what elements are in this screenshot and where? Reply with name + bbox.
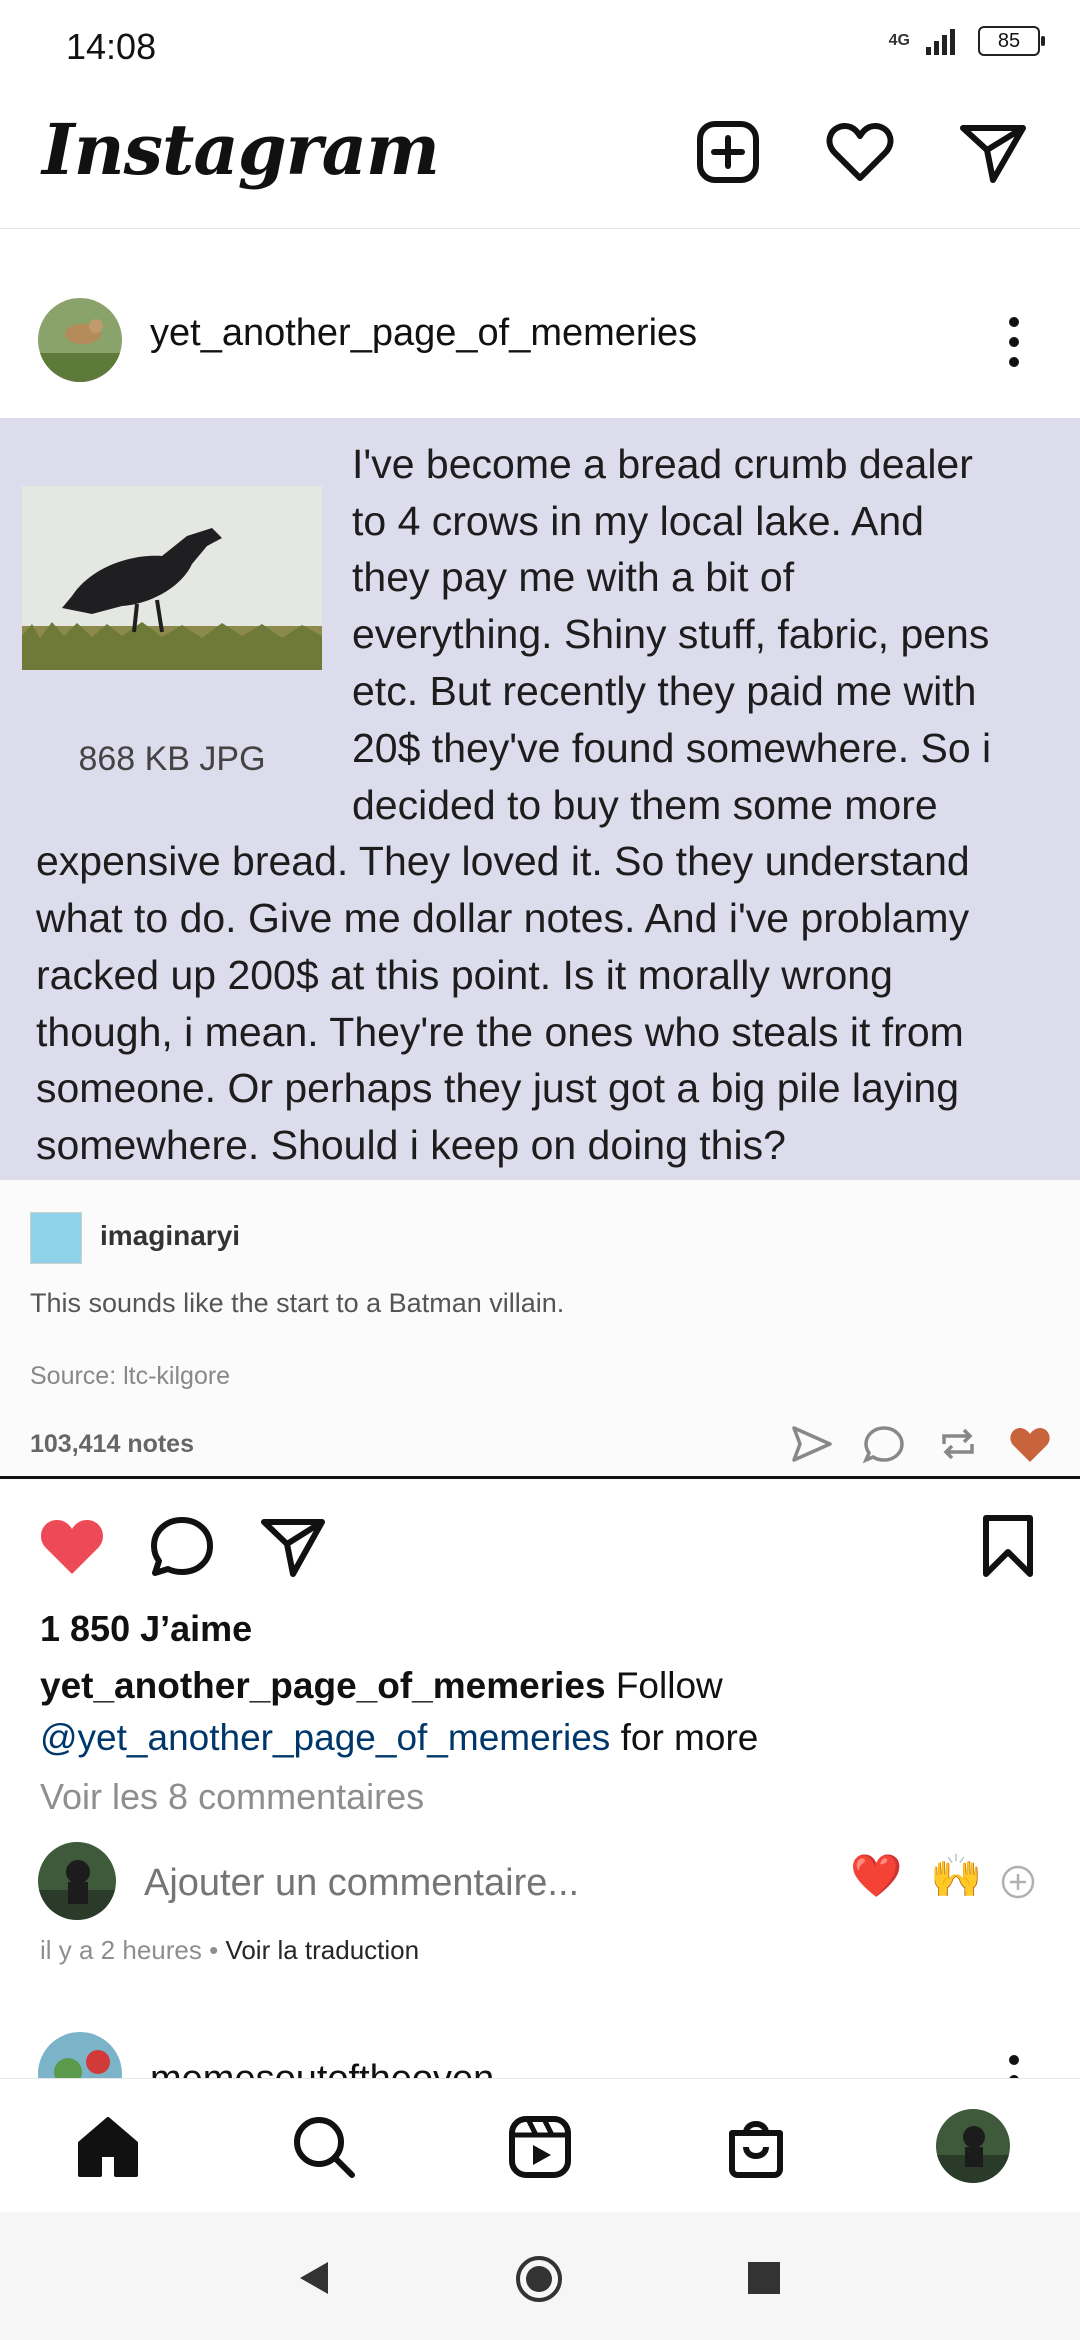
post-meta: il y a 2 heures • Voir la traduction bbox=[40, 1935, 419, 1966]
next-post-username[interactable]: memesoutoftheoven bbox=[150, 2058, 494, 2078]
post-image-reply-section: imaginaryi This sounds like the start to… bbox=[0, 1180, 1080, 1479]
instagram-logo: Instagram bbox=[42, 108, 440, 191]
file-info: 868 KB JPG bbox=[78, 740, 266, 778]
next-avatar-icon bbox=[38, 2032, 122, 2078]
meme-line: 20$ they've found somewhere. So i bbox=[352, 725, 992, 771]
profile-tab-avatar[interactable] bbox=[936, 2109, 1010, 2183]
reply-avatar bbox=[30, 1212, 82, 1264]
share-icon bbox=[792, 1426, 832, 1462]
bird-avatar-icon bbox=[38, 298, 122, 382]
recents-icon[interactable] bbox=[746, 2260, 782, 2296]
next-post-avatar[interactable] bbox=[38, 2032, 122, 2078]
post-avatar[interactable] bbox=[38, 298, 122, 382]
caption-mention[interactable]: @yet_another_page_of_memeries bbox=[40, 1717, 610, 1758]
app-header: Instagram bbox=[0, 92, 1080, 229]
share-icon[interactable] bbox=[256, 1510, 328, 1582]
signal-icon bbox=[926, 29, 955, 55]
bookmark-icon[interactable] bbox=[972, 1510, 1044, 1582]
create-post-icon[interactable] bbox=[690, 114, 766, 190]
home-circle-icon[interactable] bbox=[514, 2254, 564, 2304]
meme-line: I've become a bread crumb dealer bbox=[352, 441, 973, 487]
profile-photo-icon bbox=[38, 1842, 116, 1920]
battery-icon: 85 bbox=[978, 26, 1045, 56]
shop-icon[interactable] bbox=[722, 2113, 790, 2181]
bottom-nav bbox=[0, 2078, 1080, 2213]
battery-level: 85 bbox=[997, 29, 1021, 52]
caption-text: Follow bbox=[605, 1665, 723, 1706]
meme-line: etc. But recently they paid me with bbox=[352, 668, 977, 714]
meme-line: racked up 200$ at this point. Is it mora… bbox=[36, 952, 893, 998]
meme-line: decided to buy them some more bbox=[352, 782, 938, 828]
meme-line: though, i mean. They're the ones who ste… bbox=[36, 1009, 964, 1055]
meme-line: to 4 crows in my local lake. And bbox=[352, 498, 924, 544]
more-options-icon[interactable] bbox=[1006, 2052, 1022, 2078]
reply-source: Source: ltc-kilgore bbox=[30, 1362, 231, 1390]
see-translation-link[interactable]: Voir la traduction bbox=[225, 1935, 419, 1965]
view-comments-link[interactable]: Voir les 8 commentaires bbox=[40, 1776, 424, 1818]
post-actions bbox=[0, 1500, 1080, 1590]
meme-line: expensive bread. They loved it. So they … bbox=[36, 838, 970, 884]
post-time: il y a 2 heures bbox=[40, 1935, 202, 1965]
caption-tail: for more bbox=[610, 1717, 759, 1758]
tumblr-heart-icon bbox=[1010, 1428, 1050, 1462]
status-time: 14:08 bbox=[66, 26, 157, 67]
caption-username[interactable]: yet_another_page_of_memeries bbox=[40, 1665, 606, 1706]
reply-username: imaginaryi bbox=[100, 1220, 241, 1251]
post-username[interactable]: yet_another_page_of_memeries bbox=[150, 312, 697, 355]
add-comment-row: ❤️ 🙌 bbox=[0, 1842, 1080, 1922]
like-heart-icon[interactable] bbox=[36, 1510, 108, 1582]
status-icons: 4G 85 bbox=[888, 26, 1045, 56]
notifications-heart-icon[interactable] bbox=[822, 114, 898, 190]
home-icon[interactable] bbox=[74, 2113, 142, 2181]
direct-messages-icon[interactable] bbox=[955, 114, 1031, 190]
post-caption: yet_another_page_of_memeries Follow @yet… bbox=[40, 1660, 1040, 1764]
meme-line: everything. Shiny stuff, fabric, pens bbox=[352, 611, 990, 657]
meta-separator: • bbox=[201, 1935, 226, 1965]
reply-icon bbox=[862, 1426, 904, 1464]
search-icon[interactable] bbox=[290, 2113, 358, 2181]
meme-line: they pay me with a bit of bbox=[352, 554, 795, 600]
back-icon[interactable] bbox=[296, 2258, 332, 2298]
profile-photo-icon bbox=[936, 2109, 1010, 2183]
reply-text: This sounds like the start to a Batman v… bbox=[30, 1288, 565, 1318]
quick-reaction-hands[interactable]: 🙌 bbox=[930, 1852, 982, 1901]
crow-photo bbox=[22, 486, 322, 670]
more-options-icon[interactable] bbox=[1006, 314, 1022, 370]
meme-line: somewhere. Should i keep on doing this? bbox=[36, 1122, 786, 1168]
reblog-icon bbox=[942, 1428, 974, 1460]
add-reaction-icon[interactable] bbox=[1000, 1864, 1036, 1900]
network-type: 4G bbox=[888, 32, 910, 49]
post-header: yet_another_page_of_memeries bbox=[0, 290, 1080, 410]
meme-line: someone. Or perhaps they just got a big … bbox=[36, 1065, 960, 1111]
comment-icon[interactable] bbox=[146, 1510, 218, 1582]
reels-icon[interactable] bbox=[506, 2113, 574, 2181]
quick-reaction-heart[interactable]: ❤️ bbox=[850, 1852, 902, 1901]
likes-count[interactable]: 1 850 J’aime bbox=[40, 1608, 252, 1650]
post-image[interactable]: 868 KB JPG I've become a bread crumb dea… bbox=[0, 418, 1080, 1180]
notes-count: 103,414 notes bbox=[30, 1430, 194, 1458]
system-nav-bar bbox=[0, 2212, 1080, 2340]
status-bar: 14:08 4G 85 bbox=[0, 0, 1080, 90]
my-avatar bbox=[38, 1842, 116, 1920]
add-comment-input[interactable] bbox=[144, 1862, 794, 1905]
meme-line: what to do. Give me dollar notes. And i'… bbox=[36, 895, 970, 941]
next-post-header: memesoutoftheoven bbox=[0, 2032, 1080, 2078]
